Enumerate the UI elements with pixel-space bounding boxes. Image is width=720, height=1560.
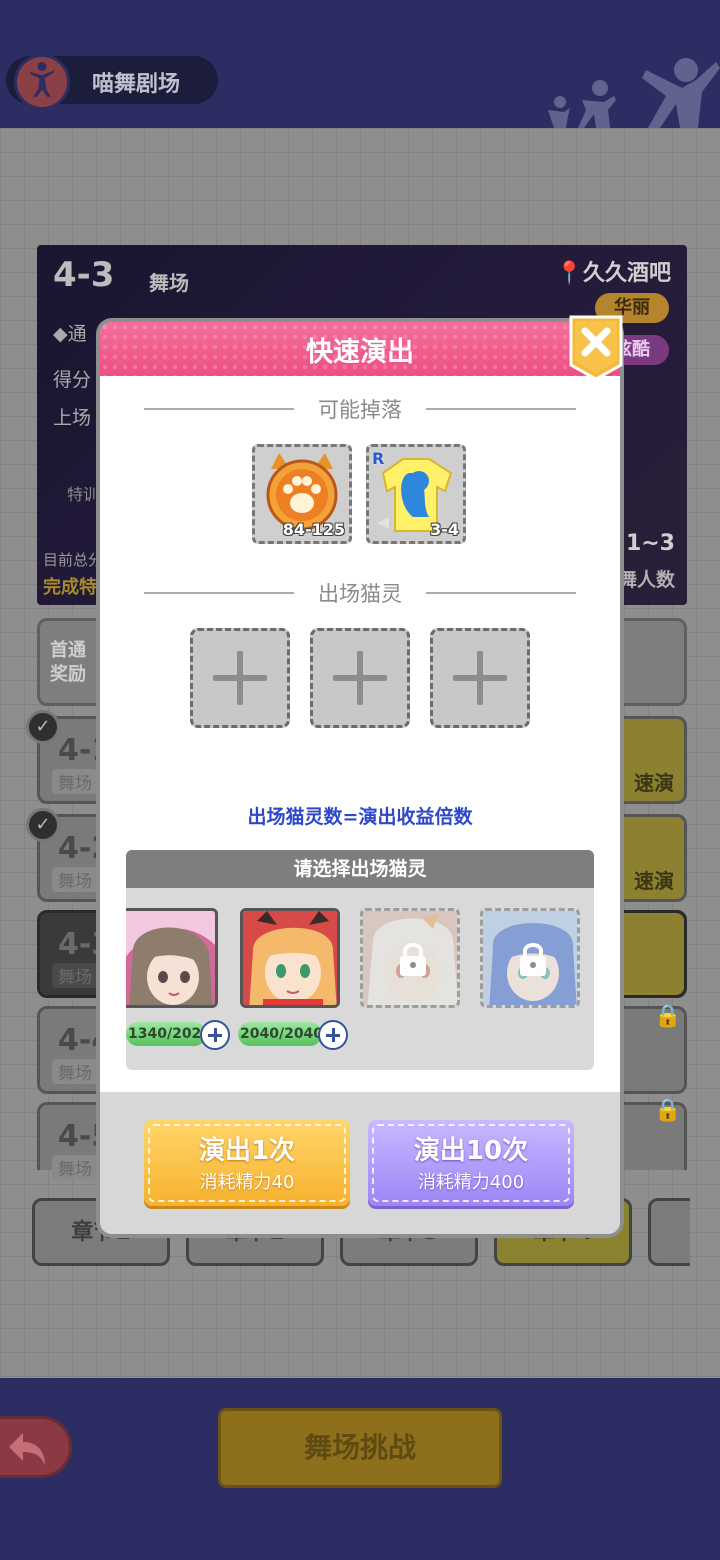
energy-bar: 1340/2020: [126, 1022, 211, 1046]
add-energy-button[interactable]: [200, 1020, 230, 1050]
training-label: 特训: [67, 485, 100, 504]
lock-icon: [520, 943, 546, 976]
total-score-label: 目前总分: [43, 551, 104, 569]
back-button[interactable]: [0, 1416, 72, 1478]
energy-bar: 2040/2040: [238, 1022, 323, 1046]
drop-item-paw-coin[interactable]: 84-125: [252, 444, 352, 544]
stage-challenge-button[interactable]: 舞场挑战: [218, 1408, 502, 1488]
cat-slot-1[interactable]: [190, 628, 290, 728]
character-select-header: 请选择出场猫灵: [126, 850, 594, 888]
back-arrow-icon: [9, 1433, 45, 1465]
character-card-1[interactable]: [126, 908, 218, 1008]
stage-type: 舞场: [149, 271, 189, 295]
first-clear-reward-label: 首通奖励: [50, 640, 86, 685]
lock-icon: 🔒: [654, 1098, 682, 1123]
rarity-badge: R: [372, 449, 385, 468]
cat-slot-3[interactable]: [430, 628, 530, 728]
dialog-header: 快速演出: [100, 322, 620, 376]
drop-count: 84-125: [282, 520, 345, 539]
top-bar: 喵舞剧场: [0, 0, 720, 128]
lock-icon: [400, 943, 426, 976]
character-card-3-locked[interactable]: [360, 908, 460, 1008]
perform-once-cost: 消耗精力40: [199, 1172, 295, 1193]
character-select-panel: 请选择出场猫灵 1340/2020 2040/2040: [126, 850, 594, 1070]
quick-perform-dialog: 快速演出 可能掉落 84-125 R 3-4 出场猫灵 出场猫灵数=演出收益倍数…: [100, 322, 620, 1234]
stage-row-sub: 舞场: [52, 963, 98, 988]
dancer-avatar-icon: [14, 54, 70, 110]
stage-location: 📍久久酒吧: [555, 261, 671, 286]
dialog-footer: 演出1次 消耗精力40 演出10次 消耗精力400: [100, 1092, 620, 1234]
title-pill: 喵舞剧场: [6, 54, 218, 110]
stage-row-sub: 舞场: [52, 1059, 98, 1084]
bottom-bar: 舞场挑战: [0, 1378, 720, 1560]
dialog-title: 快速演出: [306, 337, 414, 368]
dancer-range: 1~3: [625, 531, 675, 556]
stage-row-sub: 舞场: [52, 769, 98, 794]
perform-once-button[interactable]: 演出1次 消耗精力40: [144, 1120, 350, 1206]
perform-ten-button[interactable]: 演出10次 消耗精力400: [368, 1120, 574, 1206]
character-card-2[interactable]: [240, 908, 340, 1008]
multiplier-hint: 出场猫灵数=演出收益倍数: [247, 806, 473, 828]
stage-line-3: 上场: [53, 407, 92, 429]
close-button[interactable]: [567, 313, 625, 383]
check-icon: ✓: [26, 710, 60, 744]
dancer-range-label: 舞人数: [617, 569, 675, 591]
character-portrait-icon: [243, 911, 337, 1005]
drops-section-label: 可能掉落: [100, 394, 620, 424]
character-portrait-icon: [126, 911, 215, 1005]
stage-row-sub: 舞场: [52, 867, 98, 892]
stage-line-1: ◆通: [53, 323, 87, 345]
drop-count: 3-4: [430, 520, 459, 539]
stage-code: 4-3: [53, 255, 115, 295]
character-card-4-locked[interactable]: [480, 908, 580, 1008]
location-pin-icon: 📍: [555, 261, 583, 286]
page-title: 喵舞剧场: [92, 72, 181, 97]
cat-slot-2[interactable]: [310, 628, 410, 728]
perform-ten-cost: 消耗精力400: [417, 1172, 525, 1193]
slots-section-label: 出场猫灵: [100, 578, 620, 608]
perform-ten-label: 演出10次: [413, 1136, 529, 1166]
perform-once-label: 演出1次: [198, 1136, 296, 1166]
lock-icon: 🔒: [654, 1004, 682, 1029]
check-icon: ✓: [26, 808, 60, 842]
drop-item-shirt[interactable]: R 3-4: [366, 444, 466, 544]
chapter-tab-more[interactable]: [648, 1198, 690, 1266]
stage-line-2: 得分: [53, 369, 92, 391]
complete-label: 完成特: [43, 577, 97, 598]
dancer-silhouettes-icon: [548, 58, 720, 128]
add-energy-button[interactable]: [318, 1020, 348, 1050]
stage-row-sub: 舞场: [52, 1155, 98, 1180]
close-icon: [569, 315, 623, 381]
